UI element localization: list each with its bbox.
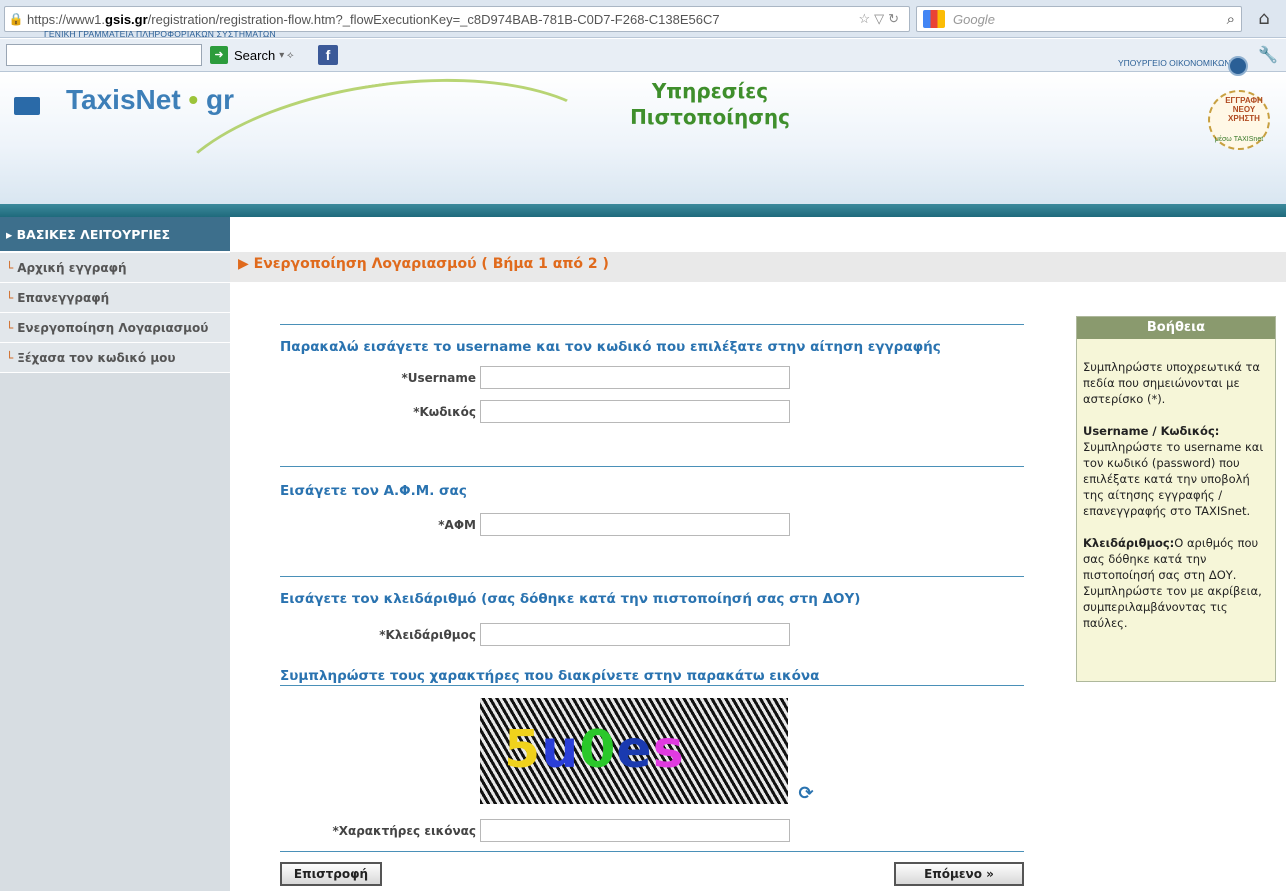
corner-arrow-icon: └	[6, 261, 14, 275]
page-title: ▶ Ενεργοποίηση Λογαριασμού ( Βήμα 1 από …	[238, 256, 609, 272]
refresh-captcha-icon[interactable]: ⟳	[796, 784, 816, 804]
taxisnet-logo-text: TaxisNet	[66, 84, 181, 115]
section-divider	[280, 576, 1024, 577]
taxisnet-logo[interactable]: TaxisNet • gr	[66, 84, 234, 116]
banner-divider	[0, 204, 1286, 217]
corner-arrow-icon: └	[6, 351, 14, 365]
captcha-image: 5u0es	[480, 698, 788, 804]
url-host: gsis.gr	[105, 11, 148, 27]
site-title-line1: Υπηρεσίες	[651, 79, 769, 103]
bookmark-star-icon[interactable]: ☆▽↻	[858, 11, 909, 27]
section-divider	[280, 685, 1024, 686]
site-title-line2: Πιστοποίησης	[630, 105, 790, 129]
badge-sub-text: μέσω TAXISnet	[1214, 136, 1264, 143]
site-title: Υπηρεσίες Πιστοποίησης	[560, 78, 860, 130]
username-input[interactable]	[480, 366, 790, 389]
toolbar-search-label: Search	[234, 47, 276, 63]
username-label: *Username	[401, 371, 476, 385]
help-paragraph: Username / Κωδικός: Συμπληρώστε το userna…	[1083, 423, 1269, 519]
section-title-credentials: Παρακαλώ εισάγετε το username και τον κω…	[280, 339, 941, 355]
help-panel: Βοήθεια Συμπληρώστε υποχρεωτικά τα πεδία…	[1076, 316, 1276, 682]
facebook-icon[interactable]: f	[318, 45, 338, 65]
triangle-right-icon: ▶	[238, 256, 254, 272]
captcha-input[interactable]	[480, 819, 790, 842]
ministry-name: ΥΠΟΥΡΓΕΙΟ ΟΙΚΟΝΟΜΙΚΩΝ	[1118, 58, 1231, 68]
afm-label: *ΑΦΜ	[438, 518, 476, 532]
password-input[interactable]	[480, 400, 790, 423]
help-term-body: Ο αριθμός που σας δόθηκε κατά την πιστοπ…	[1083, 536, 1262, 630]
back-button[interactable]: Επιστροφή	[280, 862, 382, 886]
captcha-char: u	[541, 720, 580, 780]
sidebar-header: ▸ ΒΑΣΙΚΕΣ ΛΕΙΤΟΥΡΓΙΕΣ	[0, 217, 230, 253]
corner-arrow-icon: └	[6, 321, 14, 335]
captcha-char: 0	[579, 720, 617, 780]
wrench-icon[interactable]: 🔧	[1258, 45, 1278, 64]
help-title: Βοήθεια	[1077, 317, 1275, 339]
url-path: /registration/registration-flow.htm?_flo…	[147, 11, 720, 27]
sidebar-item-label: Αρχική εγγραφή	[17, 261, 127, 275]
registration-badge[interactable]: ΕΓΓΡΑΦΗ ΝΕΟΥ ΧΡΗΣΤΗ μέσω TAXISnet	[1208, 90, 1270, 150]
help-term: Username / Κωδικός:	[1083, 424, 1220, 438]
section-title-captcha: Συμπληρώστε τους χαρακτήρες που διακρίνε…	[280, 668, 820, 684]
password-label: *Κωδικός	[413, 405, 476, 419]
google-logo-icon[interactable]	[923, 10, 945, 28]
page-title-text: Ενεργοποίηση Λογαριασμού ( Βήμα 1 από 2 …	[253, 256, 609, 272]
sidebar-item-re-registration[interactable]: └ Επανεγγραφή	[0, 283, 230, 313]
captcha-char: e	[616, 720, 653, 780]
search-engine-box[interactable]: Google ⌕	[916, 6, 1242, 32]
gsis-logo-icon	[14, 97, 40, 115]
home-icon[interactable]: ⌂	[1250, 8, 1278, 32]
sidebar: ▸ ΒΑΣΙΚΕΣ ΛΕΙΤΟΥΡΓΙΕΣ └ Αρχική εγγραφή └ Ε…	[0, 217, 230, 891]
help-paragraph: Συμπληρώστε υποχρεωτικά τα πεδία που σημ…	[1083, 360, 1261, 406]
help-paragraph: Κλειδάριθμος:Ο αριθμός που σας δόθηκε κα…	[1083, 535, 1269, 631]
captcha-char: 5	[504, 720, 542, 780]
captcha-char: s	[652, 720, 685, 780]
logo-dot-icon: •	[188, 84, 199, 115]
url-prefix: https://www1.	[27, 11, 106, 27]
keynumber-input[interactable]	[480, 623, 790, 646]
search-engine-placeholder: Google	[953, 11, 995, 27]
triangle-right-icon: ▸	[6, 227, 17, 242]
sidebar-header-label: ΒΑΣΙΚΕΣ ΛΕΙΤΟΥΡΓΙΕΣ	[16, 227, 171, 242]
magnifier-icon[interactable]: ⌕	[1227, 11, 1235, 28]
browser-toolbar: ➜ Search ▾ ⟡ f 🔧	[0, 39, 1286, 72]
help-body: Συμπληρώστε υποχρεωτικά τα πεδία που σημ…	[1077, 339, 1275, 631]
ministry-emblem-icon	[1228, 56, 1248, 76]
section-divider	[280, 851, 1024, 852]
sidebar-item-label: Ενεργοποίηση Λογαριασμού	[17, 321, 209, 335]
section-divider	[280, 324, 1024, 325]
gsis-name: ΓΕΝΙΚΗ ΓΡΑΜΜΑΤΕΙΑ ΠΛΗΡΟΦΟΡΙΑΚΩΝ ΣΥΣΤΗΜΑΤ…	[44, 29, 276, 39]
toolbar-search-input[interactable]	[6, 44, 202, 66]
sidebar-item-account-activation[interactable]: └ Ενεργοποίηση Λογαριασμού	[0, 313, 230, 343]
help-term: Κλειδάριθμος:	[1083, 536, 1175, 550]
go-arrow-icon: ➜	[210, 46, 228, 64]
section-title-keynumber: Εισάγετε τον κλειδάριθμό (σας δόθηκε κατ…	[280, 591, 861, 607]
keynumber-label: *Κλειδάριθμος	[379, 628, 476, 642]
chevron-down-icon: ▾ ⟡	[279, 49, 294, 61]
sidebar-item-initial-registration[interactable]: └ Αρχική εγγραφή	[0, 253, 230, 283]
section-divider	[280, 466, 1024, 467]
corner-arrow-icon: └	[6, 291, 14, 305]
captcha-text: 5u0es	[504, 720, 685, 780]
taxisnet-logo-suffix: gr	[206, 84, 235, 115]
sidebar-item-forgot-password[interactable]: └ Ξέχασα τον κωδικό μου	[0, 343, 230, 373]
sidebar-item-label: Επανεγγραφή	[17, 291, 110, 305]
help-term-body: Συμπληρώστε το username και τον κωδικό (…	[1083, 440, 1264, 518]
section-title-afm: Εισάγετε τον Α.Φ.Μ. σας	[280, 483, 467, 499]
captcha-label: *Χαρακτήρες εικόνας	[332, 824, 476, 838]
lock-icon: 🔒	[8, 12, 24, 26]
toolbar-search-button[interactable]: ➜ Search ▾ ⟡	[210, 44, 294, 66]
sidebar-item-label: Ξέχασα τον κωδικό μου	[17, 351, 176, 365]
afm-input[interactable]	[480, 513, 790, 536]
badge-ring-text: ΕΓΓΡΑΦΗ ΝΕΟΥ ΧΡΗΣΤΗ	[1225, 96, 1263, 123]
next-button[interactable]: Επόμενο »	[894, 862, 1024, 886]
